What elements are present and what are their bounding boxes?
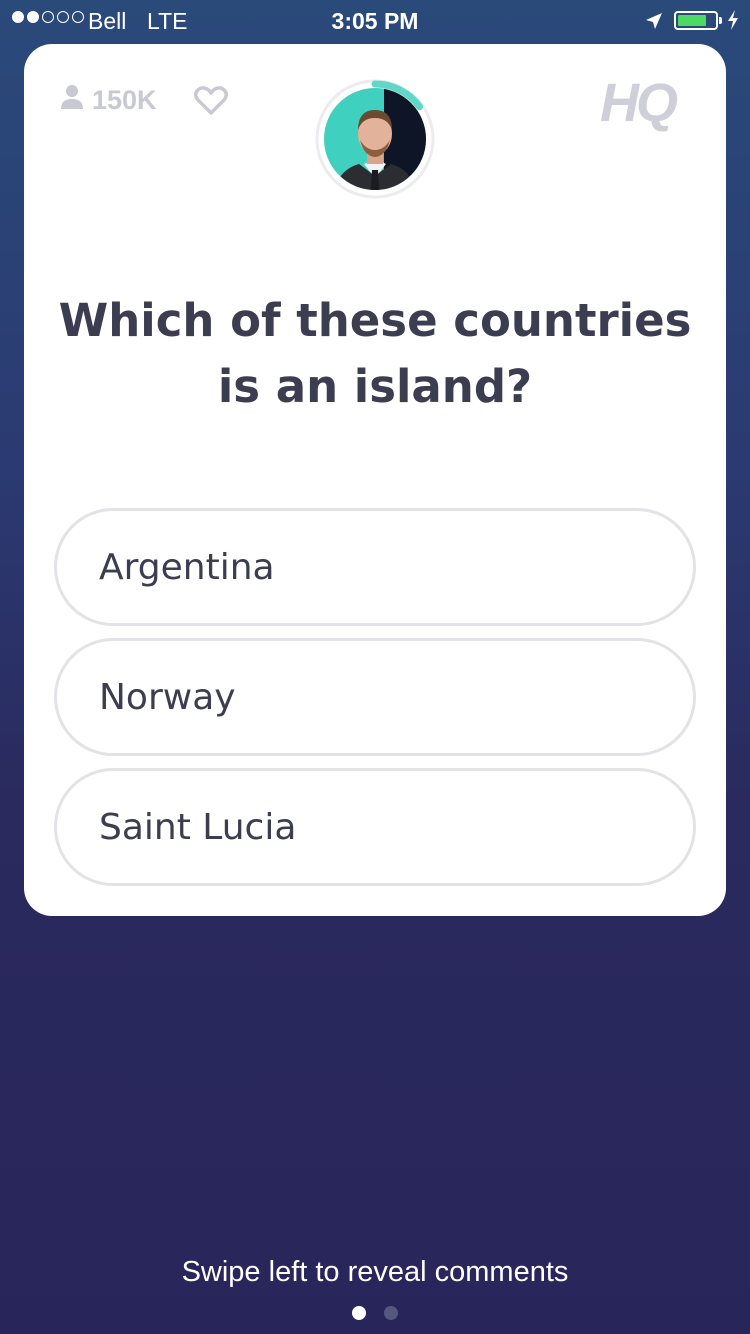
status-bar: Bell LTE 3:05 PM: [0, 0, 750, 40]
battery-icon: [674, 11, 722, 30]
page-dot-active[interactable]: [352, 1306, 366, 1320]
page-indicator[interactable]: [0, 1306, 750, 1320]
battery-nub: [719, 17, 722, 24]
hq-logo: HQ: [600, 73, 678, 133]
person-icon: [60, 84, 84, 117]
answer-label: Norway: [99, 676, 236, 718]
viewer-count: 150K: [60, 84, 157, 117]
answer-option-2[interactable]: Norway: [54, 638, 696, 756]
swipe-hint: Swipe left to reveal comments: [181, 1256, 569, 1288]
battery-level: [678, 15, 707, 26]
answer-label: Argentina: [99, 546, 275, 588]
question-text: Which of these countries is an island?: [58, 294, 692, 413]
page-dot[interactable]: [384, 1306, 398, 1320]
status-time: 3:05 PM: [331, 8, 419, 34]
charging-bolt-icon: [726, 9, 740, 37]
location-arrow-icon: [644, 10, 664, 37]
answer-option-1[interactable]: Argentina: [54, 508, 696, 626]
question-card: 150K HQ Which of these countries is an i…: [24, 44, 726, 916]
viewer-count-label: 150K: [92, 85, 157, 115]
heart-icon[interactable]: [193, 86, 229, 120]
host-avatar: [314, 78, 436, 200]
answer-label: Saint Lucia: [99, 806, 297, 848]
answer-option-3[interactable]: Saint Lucia: [54, 768, 696, 886]
